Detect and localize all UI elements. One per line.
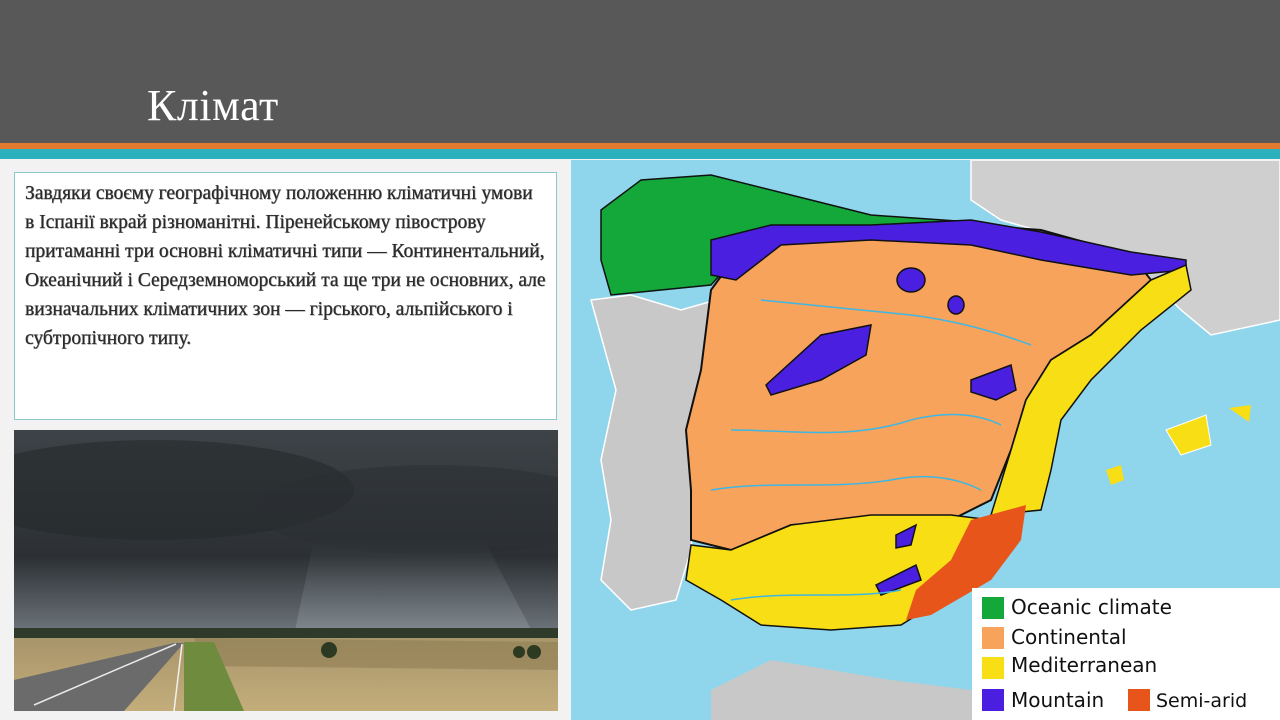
legend-swatch-oceanic [982,597,1004,619]
legend-swatch-continental [982,627,1004,649]
legend-label-mediterranean: Mediterranean [1011,653,1157,677]
legend-label-continental: Continental [1011,625,1127,649]
legend-swatch-semi-arid [1128,689,1150,711]
slide-header: Клімат [0,0,1280,143]
climate-description-text: Завдяки своєму географічному положенню к… [25,183,546,349]
legend-swatch-mediterranean [982,657,1004,679]
mountain-iberian-1 [896,267,926,293]
spain-climate-map: Oceanic climate Continental Mediterranea… [571,160,1280,720]
legend-label-oceanic: Oceanic climate [1011,595,1172,619]
climate-description-box: Завдяки своєму географічному положенню к… [14,172,557,420]
storm-field-photo [14,430,558,711]
mountain-iberian-2 [947,295,965,315]
legend-label-mountain: Mountain [1011,688,1104,712]
slide-title: Клімат [147,81,279,130]
legend-label-semi-arid: Semi-arid [1156,690,1247,712]
accent-stripe-teal [0,149,1280,159]
legend-swatch-mountain [982,689,1004,711]
